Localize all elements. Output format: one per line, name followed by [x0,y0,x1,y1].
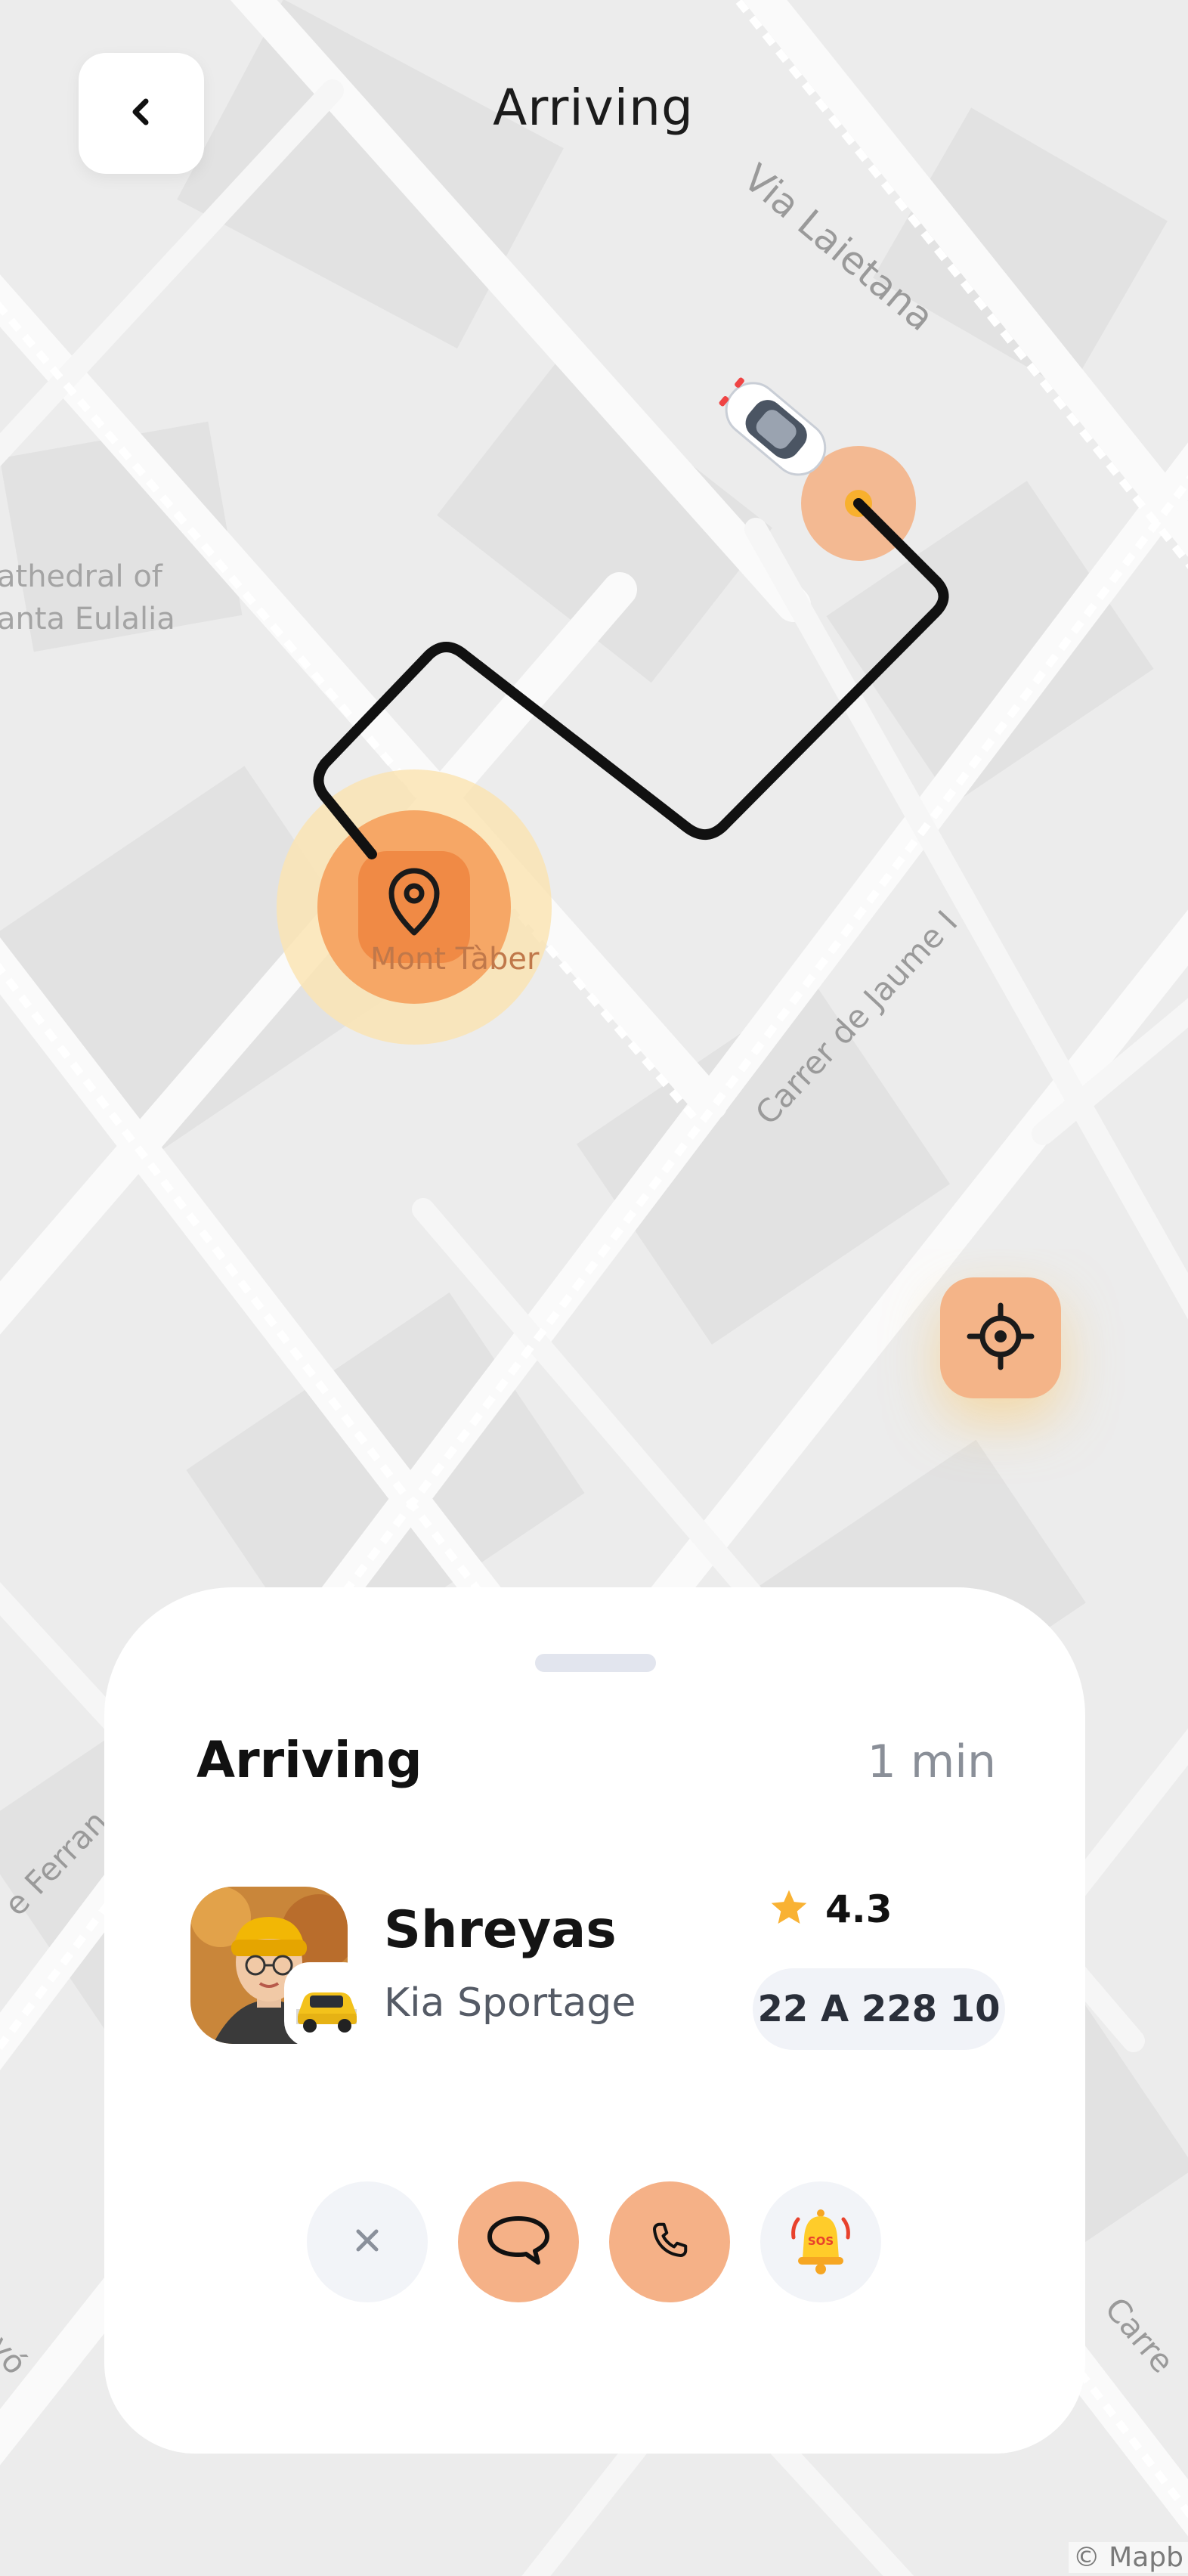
rating-value: 4.3 [825,1887,893,1931]
ride-details-sheet: Arriving 1 min Shreyas Kia Sportage 4.3 … [104,1587,1085,2454]
alarm-bell-icon: SOS [783,2203,859,2281]
star-icon [768,1887,810,1932]
sos-button[interactable]: SOS [760,2181,881,2302]
license-plate-badge: 22 A 228 10 [753,1968,1005,2050]
sheet-drag-handle[interactable] [535,1654,656,1672]
phone-icon [647,2218,692,2266]
car-thumbnail [284,1962,369,2047]
map-label-cathedral-2: anta Eulalia [0,602,175,636]
driver-rating: 4.3 [768,1887,893,1932]
message-driver-button[interactable] [458,2181,579,2302]
car-model: Kia Sportage [384,1980,636,2026]
crosshair-icon [967,1302,1035,1373]
map-label-place: Mont Tàber [370,942,540,977]
trip-eta: 1 min [867,1735,996,1788]
map-label-cathedral: athedral of [0,559,162,594]
chat-bubble-icon [485,2214,552,2270]
page-title: Arriving [493,79,694,137]
sos-label: SOS [808,2234,834,2248]
call-driver-button[interactable] [609,2181,730,2302]
chevron-left-icon [125,95,158,132]
cancel-ride-button[interactable] [307,2181,428,2302]
close-icon [351,2224,384,2260]
trip-status: Arriving [196,1731,422,1789]
map-attribution[interactable]: © Mapb [1068,2542,1188,2573]
driver-name: Shreyas [384,1900,617,1960]
back-button[interactable] [79,53,204,174]
locate-me-button[interactable] [940,1277,1061,1398]
